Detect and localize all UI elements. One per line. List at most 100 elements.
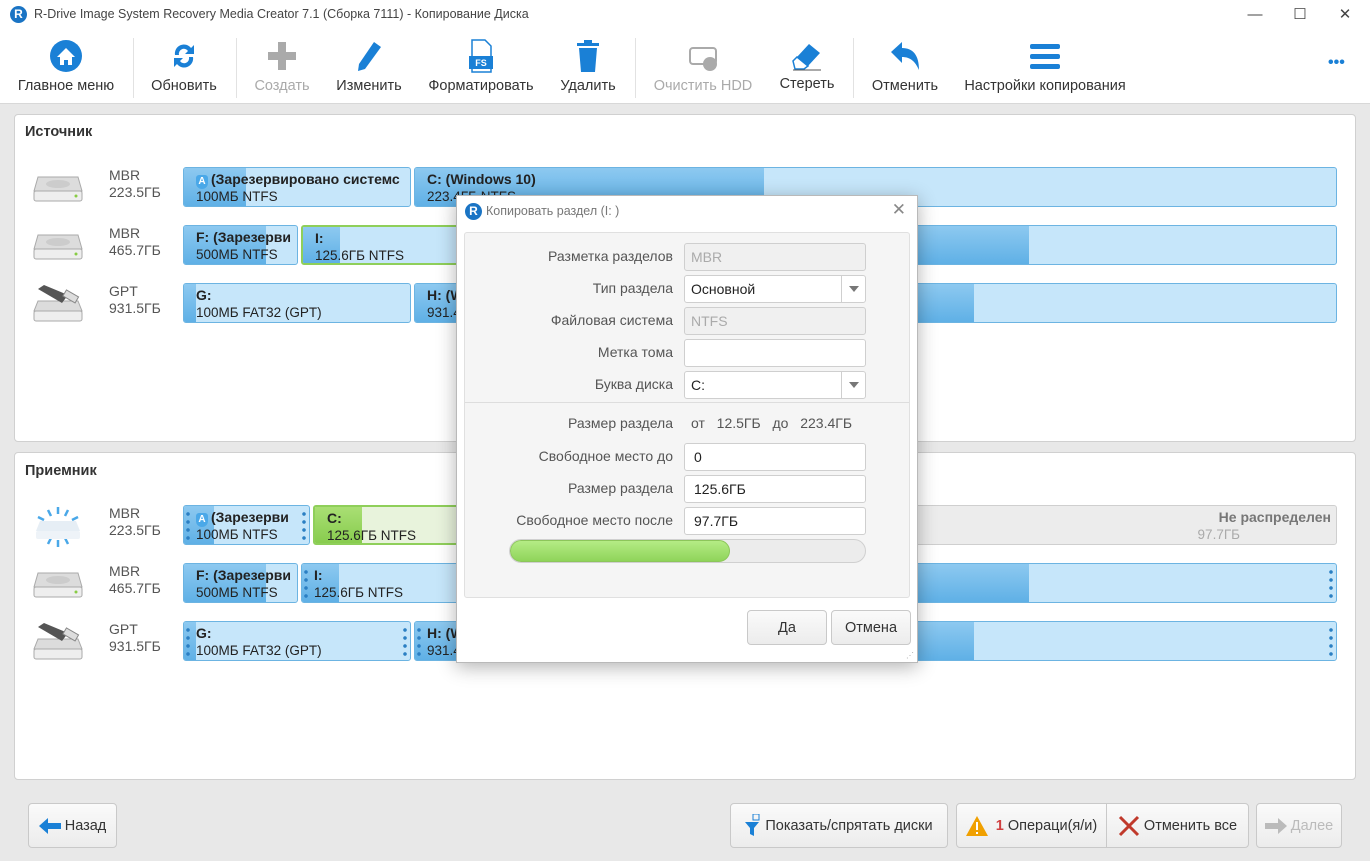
- partition-type-select[interactable]: Основной: [684, 275, 866, 303]
- partition[interactable]: G: 100МБ FAT32 (GPT): [183, 283, 411, 323]
- minimize-button[interactable]: —: [1240, 4, 1270, 26]
- refresh-button[interactable]: Обновить: [140, 38, 228, 100]
- disk-scheme: MBR: [109, 167, 141, 183]
- disk-info[interactable]: MBR 223.5ГБ: [109, 167, 161, 201]
- partition[interactable]: F: (Зарезерви 500МБ NTFS: [183, 563, 298, 603]
- partition-scheme-label: Разметка разделов: [548, 248, 673, 264]
- slider-fill[interactable]: [510, 540, 731, 562]
- ok-button[interactable]: Да: [747, 610, 827, 645]
- disk-info[interactable]: GPT 931.5ГБ: [109, 621, 161, 655]
- free-after-label: Свободное место после: [516, 512, 673, 528]
- resize-handle[interactable]: [1329, 626, 1333, 658]
- erase-button[interactable]: Стереть: [772, 38, 842, 100]
- copy-settings-button[interactable]: Настройки копирования: [958, 38, 1132, 100]
- partition-size-input[interactable]: 125.6ГБ: [684, 475, 866, 503]
- disk-info[interactable]: GPT 931.5ГБ: [109, 283, 161, 317]
- more-options-button[interactable]: •••: [1328, 54, 1345, 72]
- disk-size: 465.7ГБ: [109, 242, 161, 258]
- operations-button[interactable]: 1 Операци(я/и): [956, 803, 1107, 848]
- resize-handle[interactable]: [302, 510, 306, 542]
- hdd-icon: [32, 227, 84, 261]
- partition-name: F: (Зарезерви: [196, 229, 291, 245]
- app-logo-icon: R: [10, 6, 27, 23]
- disk-info[interactable]: MBR 465.7ГБ: [109, 225, 161, 259]
- disk-scheme: MBR: [109, 505, 141, 521]
- next-button[interactable]: Далее: [1256, 803, 1342, 848]
- x-icon: [1118, 815, 1139, 836]
- free-before-input[interactable]: 0: [684, 443, 866, 471]
- resize-handle[interactable]: [403, 626, 407, 658]
- partition-info: 100МБ NTFS: [196, 527, 278, 542]
- eraser-icon: [792, 44, 821, 71]
- partition-size-slider[interactable]: [509, 539, 866, 563]
- wipe-hdd-button[interactable]: Очистить HDD: [646, 38, 760, 100]
- partition[interactable]: A (Зарезерви 100МБ NTFS: [183, 505, 310, 545]
- partition-info: 500МБ NTFS: [196, 585, 278, 600]
- resize-handle[interactable]: [304, 568, 308, 600]
- partition[interactable]: F: (Зарезерви 500МБ NTFS: [183, 225, 298, 265]
- volume-label-input[interactable]: [684, 339, 866, 367]
- partition[interactable]: A (Зарезервировано системс 100МБ NTFS: [183, 167, 411, 207]
- title-bar: R R-Drive Image System Recovery Media Cr…: [0, 0, 1370, 30]
- file-system-label: Файловая система: [550, 312, 673, 328]
- size-range-label: Размер раздела: [568, 415, 673, 431]
- disk-scheme: GPT: [109, 621, 138, 637]
- dialog-close-button[interactable]: ✕: [892, 200, 906, 220]
- free-before-label: Свободное место до: [538, 448, 673, 464]
- chevron-down-icon[interactable]: [841, 372, 865, 398]
- partition-info: 100МБ FAT32 (GPT): [196, 643, 322, 658]
- toolbar-divider: [853, 38, 854, 98]
- disk-size: 931.5ГБ: [109, 638, 161, 654]
- edit-button[interactable]: Изменить: [329, 38, 409, 100]
- main-menu-button[interactable]: Главное меню: [10, 38, 122, 100]
- free-after-input[interactable]: 97.7ГБ: [684, 507, 866, 535]
- resize-grip[interactable]: ⋰: [906, 651, 914, 660]
- disk-info[interactable]: MBR 223.5ГБ: [109, 505, 161, 539]
- toolbar-divider: [635, 38, 636, 98]
- partition-info: 125.6ГБ NTFS: [314, 585, 403, 600]
- dialog-logo-icon: R: [465, 203, 482, 220]
- size-range-value: от 12.5ГБ до 223.4ГБ: [691, 415, 853, 431]
- maximize-button[interactable]: ☐: [1285, 4, 1315, 26]
- partition[interactable]: G: 100МБ FAT32 (GPT): [183, 621, 411, 661]
- disk-info[interactable]: MBR 465.7ГБ: [109, 563, 161, 597]
- cancel-all-button[interactable]: Отменить все: [1106, 803, 1249, 848]
- chevron-down-icon[interactable]: [841, 276, 865, 302]
- resize-handle[interactable]: [417, 626, 421, 658]
- back-button[interactable]: Назад: [28, 803, 117, 848]
- resize-handle[interactable]: [186, 626, 190, 658]
- format-button[interactable]: FS Форматировать: [424, 38, 538, 100]
- partition-name: C: (Windows 10): [427, 171, 536, 187]
- disk-size: 931.5ГБ: [109, 300, 161, 316]
- svg-text:FS: FS: [475, 58, 487, 68]
- window-title: R-Drive Image System Recovery Media Crea…: [34, 7, 529, 21]
- show-hide-disks-button[interactable]: Показать/спрятать диски: [730, 803, 948, 848]
- operations-count: 1: [995, 817, 1004, 834]
- toolbar: Главное меню Обновить Создать Изменить F…: [0, 30, 1370, 104]
- disk-scheme: MBR: [109, 563, 141, 579]
- partition-info: 100МБ FAT32 (GPT): [196, 305, 322, 320]
- drive-letter-select[interactable]: C:: [684, 371, 866, 399]
- resize-handle[interactable]: [1329, 568, 1333, 600]
- partition-name: G:: [196, 625, 212, 641]
- cancel-button[interactable]: Отмена: [831, 610, 911, 645]
- resize-handle[interactable]: [186, 510, 190, 542]
- wipe-hdd-icon: [689, 47, 717, 71]
- hdd-flash-icon: [32, 507, 84, 547]
- pencil-icon: [358, 42, 381, 71]
- undo-button[interactable]: Отменить: [864, 38, 946, 100]
- trash-icon: [577, 40, 599, 72]
- partition-type-label: Тип раздела: [592, 280, 673, 296]
- close-button[interactable]: ✕: [1330, 4, 1360, 26]
- delete-button[interactable]: Удалить: [553, 38, 623, 100]
- create-button[interactable]: Создать: [245, 38, 319, 100]
- partition-info: 500МБ NTFS: [196, 247, 278, 262]
- system-reserved-icon: A: [196, 513, 208, 527]
- file-system-field: NTFS: [684, 307, 866, 335]
- partition-info: 97.7ГБ: [1197, 527, 1240, 542]
- home-icon: [50, 40, 82, 72]
- dialog-title: Копировать раздел (I: ): [486, 204, 620, 218]
- drive-letter-value: C:: [691, 377, 705, 393]
- source-title: Источник: [25, 124, 93, 140]
- toolbar-divider: [236, 38, 237, 98]
